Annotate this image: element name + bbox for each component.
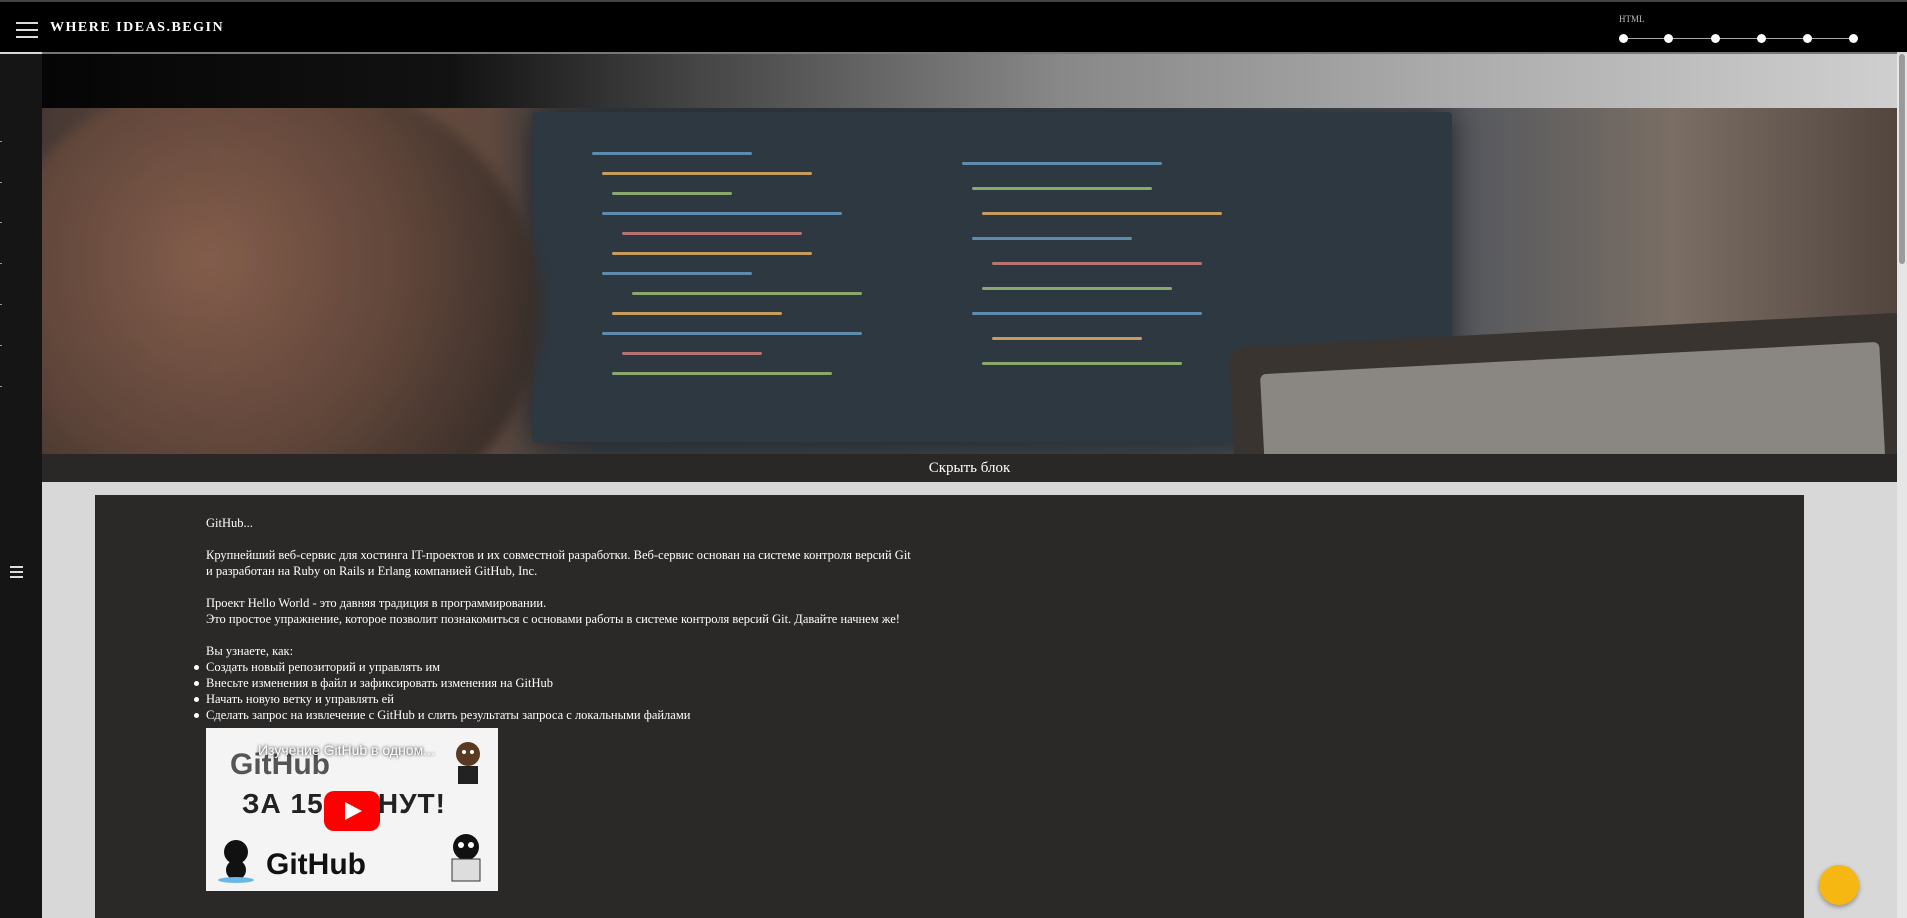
sidebar-tick: [0, 222, 2, 223]
paragraph-line: Это простое упражнение, которое позволит…: [206, 612, 900, 626]
list-item: Начать новую ветку и управлять ей: [194, 691, 1006, 707]
progress-step-1[interactable]: [1619, 34, 1628, 43]
article-text: GitHub... Крупнейший веб-сервис для хост…: [194, 515, 1006, 723]
progress-step-5[interactable]: [1803, 34, 1812, 43]
hero-image: [42, 108, 1897, 454]
youtube-video-embed[interactable]: GitHub ЗА 15 МИНУТ! GitHub Изучение GitH…: [206, 728, 498, 891]
progress-step-3[interactable]: [1711, 34, 1720, 43]
paragraph-line: Крупнейший веб-сервис для хостинга IT-пр…: [206, 548, 911, 562]
sidebar-tick: [0, 304, 2, 305]
hide-block-button[interactable]: Скрыть блок: [42, 454, 1897, 482]
paragraph-line: Проект Hello World - это давняя традиция…: [206, 596, 547, 610]
learning-list: Создать новый репозиторий и управлять им…: [194, 659, 1006, 723]
progress-step-2[interactable]: [1664, 34, 1673, 43]
play-icon[interactable]: [324, 791, 380, 831]
page-scrollbar[interactable]: [1897, 54, 1907, 918]
sidebar-tick: [0, 182, 2, 183]
progress-label: HTML: [1619, 14, 1645, 24]
progress-line: [1623, 38, 1851, 39]
sidebar-tick: [0, 263, 2, 264]
top-navbar: WHERE IDEAS.BEGIN HTML: [0, 0, 1907, 52]
html-progress-tracker: HTML: [1619, 12, 1859, 44]
sidebar-tick: [0, 345, 2, 346]
list-heading: Вы узнаете, как:: [206, 644, 294, 658]
brand-title[interactable]: WHERE IDEAS.BEGIN: [50, 20, 224, 36]
sidebar-tick: [0, 386, 2, 387]
character-icon: [451, 834, 481, 882]
list-item: Создать новый репозиторий и управлять им: [194, 659, 1006, 675]
paragraph-line: и разработан на Ruby on Rails и Erlang к…: [206, 564, 538, 578]
video-thumb-brand: GitHub: [266, 848, 366, 881]
hamburger-menu-icon[interactable]: [16, 22, 38, 38]
sidebar-tick: [0, 141, 2, 142]
left-sidebar: [0, 54, 42, 918]
menu-icon[interactable]: [10, 566, 23, 578]
video-title[interactable]: Изучение GitHub в одном...: [258, 742, 435, 758]
list-item: Сделать запрос на извлечение с GitHub и …: [194, 707, 1006, 723]
header-gradient-band: [42, 54, 1897, 108]
content-panel: GitHub... Крупнейший веб-сервис для хост…: [95, 495, 1804, 918]
intro-text: GitHub...: [206, 516, 253, 530]
paragraph-description: Крупнейший веб-сервис для хостинга IT-пр…: [206, 547, 1006, 579]
octocat-icon: [218, 840, 254, 883]
scrollbar-thumb[interactable]: [1899, 54, 1905, 264]
progress-step-6[interactable]: [1849, 34, 1858, 43]
list-item: Внесьте изменения в файл и зафиксировать…: [194, 675, 1006, 691]
character-icon: [456, 742, 480, 784]
floating-action-button[interactable]: [1819, 865, 1859, 905]
progress-step-4[interactable]: [1757, 34, 1766, 43]
paragraph-hello-world: Проект Hello World - это давняя традиция…: [206, 595, 1006, 627]
hero-overlay: [42, 108, 1897, 454]
